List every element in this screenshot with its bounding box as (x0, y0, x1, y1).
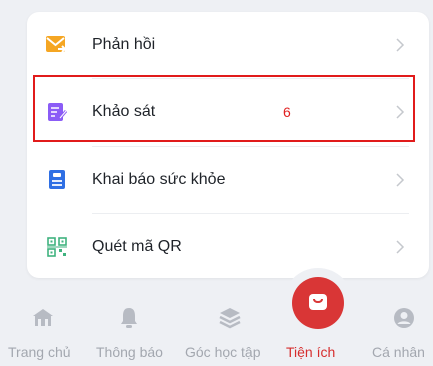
menu-item-health-declaration[interactable]: Khai báo sức khỏe (27, 147, 429, 213)
bag-icon (307, 290, 329, 317)
tab-label: Thông báo (96, 344, 163, 360)
bell-icon (117, 306, 141, 330)
tab-label: Tiện ích (286, 344, 336, 360)
chevron-right-icon (396, 240, 405, 254)
chevron-right-icon (396, 173, 405, 187)
tab-study-corner[interactable]: Góc học tập (172, 290, 272, 366)
tab-label: Trang chủ (8, 344, 71, 360)
bottom-tab-bar: Trang chủ Thông báo Góc học tập Tiện ích (0, 290, 433, 366)
tab-profile[interactable]: Cá nhân (358, 290, 433, 366)
chevron-right-icon (396, 38, 405, 52)
menu-item-label: Quét mã QR (92, 238, 182, 255)
tab-notifications[interactable]: Thông báo (86, 290, 172, 366)
highlight-box (33, 75, 415, 142)
menu-item-label: Phản hồi (92, 36, 156, 53)
layers-icon (218, 306, 242, 330)
utilities-fab-button[interactable] (292, 277, 344, 329)
menu-item-feedback[interactable]: Phản hồi (27, 12, 429, 78)
tab-label: Góc học tập (185, 344, 261, 360)
user-icon (392, 306, 416, 330)
feedback-mail-icon (46, 34, 68, 56)
health-declaration-icon (46, 169, 68, 191)
tab-home[interactable]: Trang chủ (0, 290, 86, 366)
tab-label: Cá nhân (372, 344, 425, 360)
menu-item-qr-scan[interactable]: Quét mã QR (27, 214, 429, 280)
qr-scan-icon (46, 236, 68, 258)
home-building-icon (31, 306, 55, 330)
menu-item-label: Khai báo sức khỏe (92, 171, 226, 188)
utilities-menu-card: Phản hồi Khảo sát 6 Khai báo sức khỏe Qu… (27, 12, 429, 278)
